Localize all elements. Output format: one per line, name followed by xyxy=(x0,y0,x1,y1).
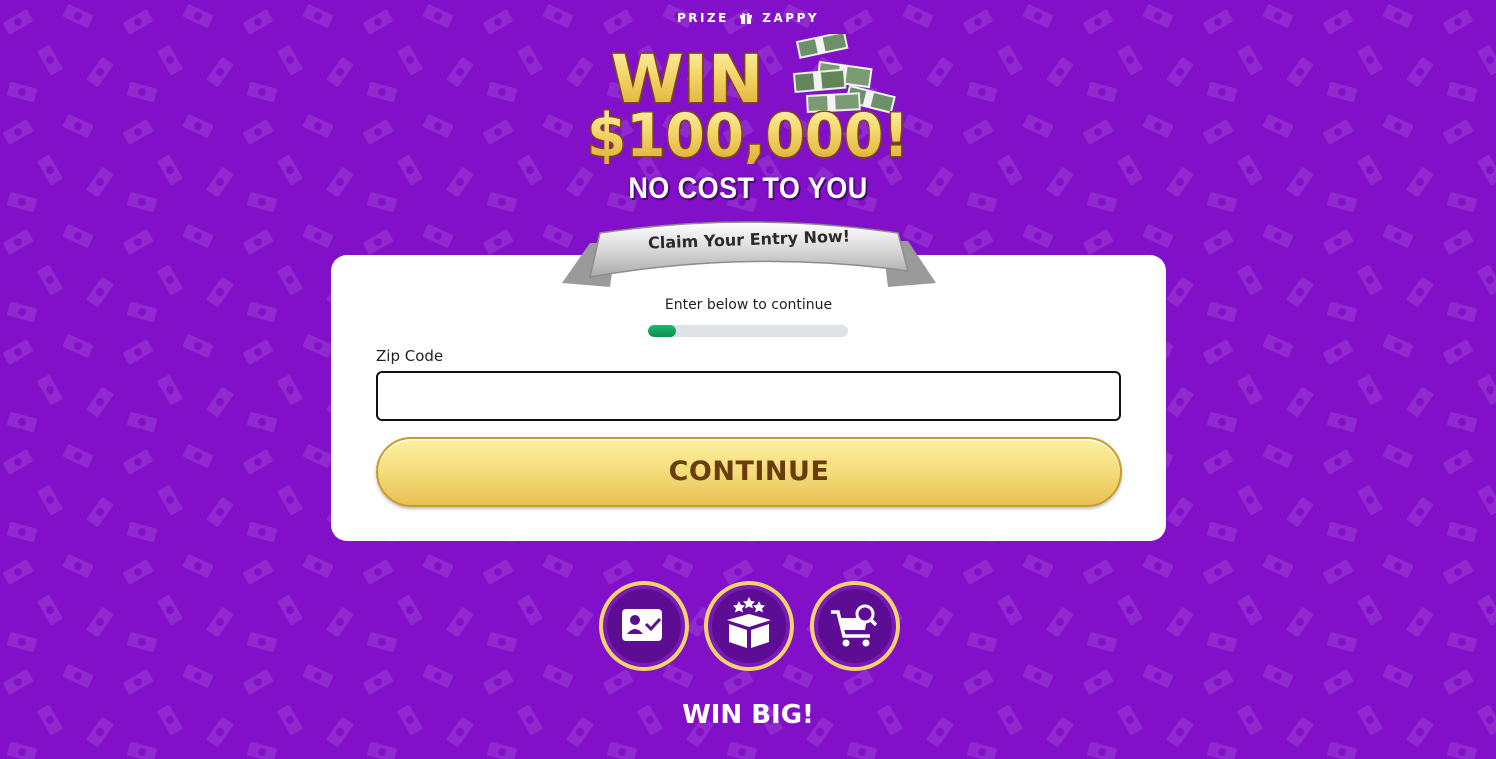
prize-amount: $100,000! xyxy=(587,101,909,164)
zip-code-input[interactable] xyxy=(376,371,1121,421)
gift-icon xyxy=(739,12,752,28)
progress-bar xyxy=(648,325,848,337)
brand-name-right: ZAPPY xyxy=(762,11,820,25)
step-badge-shop xyxy=(809,580,901,672)
id-card-check-icon xyxy=(622,609,662,641)
zip-code-label: Zip Code xyxy=(376,347,444,365)
no-cost-subtitle: NO COST TO YOU xyxy=(628,172,868,205)
win-prize-logo: WIN $100,000! xyxy=(582,34,918,164)
progress-bar-fill xyxy=(648,325,676,337)
step-badge-prize xyxy=(703,580,795,672)
brand-logo: PRIZE ZAPPY xyxy=(0,10,1496,28)
continue-button[interactable]: CONTINUE xyxy=(376,437,1122,507)
win-big-headline: WIN BIG! xyxy=(682,700,814,730)
brand-name-left: PRIZE xyxy=(676,11,729,25)
form-intro-text: Enter below to continue xyxy=(664,297,833,313)
step-badge-register xyxy=(598,580,690,672)
